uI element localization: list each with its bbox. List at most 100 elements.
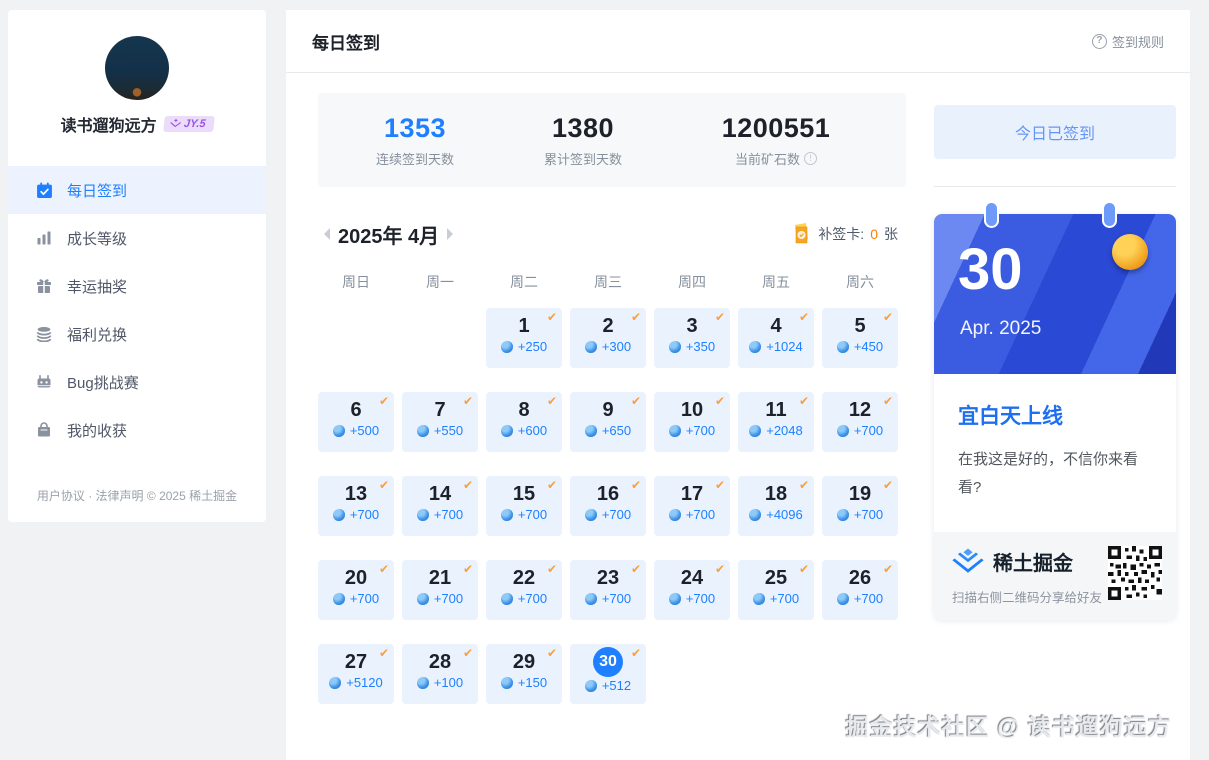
calendar-day-cell[interactable]: 14✔+700	[402, 476, 478, 536]
makeup-card-counter[interactable]: 补签卡: 0 张	[792, 223, 898, 245]
calendar-day-cell[interactable]: 11✔+2048	[738, 392, 814, 452]
weekday-label: 周二	[486, 272, 562, 292]
check-icon: ✔	[799, 310, 809, 324]
sidebar-item-lucky-draw[interactable]: 幸运抽奖	[8, 262, 266, 310]
check-icon: ✔	[379, 646, 389, 660]
sidebar-item-growth-level[interactable]: 成长等级	[8, 214, 266, 262]
sidebar-item-bug-challenge[interactable]: Bug挑战赛	[8, 358, 266, 406]
reward-value: +700	[434, 507, 463, 522]
calendar-day-cell[interactable]: 22✔+700	[486, 560, 562, 620]
ore-icon	[329, 677, 341, 689]
calendar-card-image: 30 Apr. 2025	[934, 214, 1176, 374]
ore-icon	[333, 593, 345, 605]
reward-value: +700	[350, 507, 379, 522]
ore-icon	[333, 425, 345, 437]
check-icon: ✔	[379, 478, 389, 492]
check-icon: ✔	[799, 478, 809, 492]
daily-quote-card: 30 Apr. 2025 宜白天上线 在我这是好的，不信你来看看? 稀土掘金 扫…	[934, 214, 1176, 620]
weekday-label: 周一	[402, 272, 478, 292]
calendar-day-cell[interactable]: 16✔+700	[570, 476, 646, 536]
calendar-day-cell[interactable]: 18✔+4096	[738, 476, 814, 536]
checkin-rules-link[interactable]: ? 签到规则	[1092, 32, 1164, 51]
next-month-arrow-icon[interactable]	[447, 228, 459, 240]
check-icon: ✔	[463, 478, 473, 492]
calendar-day-cell[interactable]: 26✔+700	[822, 560, 898, 620]
avatar[interactable]	[105, 36, 169, 100]
sidebar-item-welfare-redeem[interactable]: 福利兑换	[8, 310, 266, 358]
calendar-day-cell[interactable]: 7✔+550	[402, 392, 478, 452]
calendar-day-cell[interactable]: 8✔+600	[486, 392, 562, 452]
reward-value: +2048	[766, 423, 803, 438]
check-icon: ✔	[715, 478, 725, 492]
calendar-day-cell[interactable]: 4✔+1024	[738, 308, 814, 368]
calendar-day-cell[interactable]: 30✔+512	[570, 644, 646, 704]
calendar-day-cell[interactable]: 28✔+100	[402, 644, 478, 704]
sidebar-item-daily-checkin[interactable]: 每日签到	[8, 166, 266, 214]
page-title: 每日签到	[312, 29, 380, 54]
calendar-day-cell[interactable]: 25✔+700	[738, 560, 814, 620]
ore-icon	[837, 425, 849, 437]
check-icon: ✔	[547, 310, 557, 324]
ore-icon	[501, 677, 513, 689]
ore-icon	[585, 341, 597, 353]
calendar-day-cell[interactable]: 9✔+650	[570, 392, 646, 452]
robot-icon	[36, 374, 53, 391]
check-icon: ✔	[631, 310, 641, 324]
calendar-day-cell[interactable]: 19✔+700	[822, 476, 898, 536]
weekday-header-row: 周日周一周二周三周四周五周六	[318, 272, 898, 292]
watermark: 掘金技术社区 @ 读书遛狗远方	[846, 708, 1172, 742]
share-qr-code	[1108, 546, 1162, 600]
calendar-day-cell[interactable]: 15✔+700	[486, 476, 562, 536]
ore-icon	[753, 593, 765, 605]
day-reward: +700	[822, 591, 898, 606]
calendar-day-cell[interactable]: 2✔+300	[570, 308, 646, 368]
makeup-card-count: 0	[870, 226, 878, 242]
day-reward: +700	[402, 507, 478, 522]
calendar-day-cell[interactable]: 12✔+700	[822, 392, 898, 452]
day-reward: +700	[654, 507, 730, 522]
card-pin-icon	[1104, 203, 1115, 226]
gift-icon	[36, 278, 53, 295]
stat-item: 1380累计签到天数	[508, 113, 658, 168]
calendar-day-cell[interactable]: 1✔+250	[486, 308, 562, 368]
month-nav: 2025年 4月 补签卡: 0 张	[318, 217, 898, 251]
calendar-day-cell[interactable]: 21✔+700	[402, 560, 478, 620]
sidebar-item-my-gains[interactable]: 我的收获	[8, 406, 266, 454]
reward-value: +700	[434, 591, 463, 606]
day-number: 30	[593, 647, 623, 677]
reward-value: +250	[518, 339, 547, 354]
calendar-day-cell[interactable]: 23✔+700	[570, 560, 646, 620]
reward-value: +700	[602, 591, 631, 606]
card-day-number: 30	[958, 236, 1023, 303]
calendar-day-cell[interactable]: 6✔+500	[318, 392, 394, 452]
calendar-day-cell[interactable]: 20✔+700	[318, 560, 394, 620]
coins-icon	[36, 326, 53, 343]
ore-icon	[749, 425, 761, 437]
info-circle-icon[interactable]: !	[804, 152, 817, 165]
bar-chart-icon	[36, 230, 53, 247]
sidebar-item-label: 成长等级	[67, 228, 127, 249]
checkin-today-button[interactable]: 今日已签到	[934, 105, 1176, 159]
share-section: 稀土掘金 扫描右侧二维码分享给好友	[934, 532, 1176, 620]
calendar-day-cell[interactable]: 3✔+350	[654, 308, 730, 368]
check-icon: ✔	[379, 394, 389, 408]
reward-value: +1024	[766, 339, 803, 354]
day-reward: +700	[822, 507, 898, 522]
calendar-day-cell[interactable]: 24✔+700	[654, 560, 730, 620]
calendar-day-cell[interactable]: 13✔+700	[318, 476, 394, 536]
calendar-day-cell[interactable]: 10✔+700	[654, 392, 730, 452]
calendar-day-cell[interactable]: 27✔+5120	[318, 644, 394, 704]
reward-value: +700	[854, 507, 883, 522]
day-reward: +2048	[738, 423, 814, 438]
calendar-day-cell[interactable]: 29✔+150	[486, 644, 562, 704]
day-reward: +350	[654, 339, 730, 354]
prev-month-arrow-icon[interactable]	[318, 228, 330, 240]
bag-icon	[36, 422, 53, 439]
day-reward: +700	[318, 507, 394, 522]
calendar-day-cell[interactable]: 17✔+700	[654, 476, 730, 536]
day-reward: +4096	[738, 507, 814, 522]
sidebar-menu: 每日签到成长等级幸运抽奖福利兑换Bug挑战赛我的收获	[8, 166, 266, 454]
calendar-day-cell[interactable]: 5✔+450	[822, 308, 898, 368]
ore-icon	[501, 341, 513, 353]
sidebar: 读书遛狗远方 JY.5 每日签到成长等级幸运抽奖福利兑换Bug挑战赛我的收获 用…	[8, 10, 266, 522]
